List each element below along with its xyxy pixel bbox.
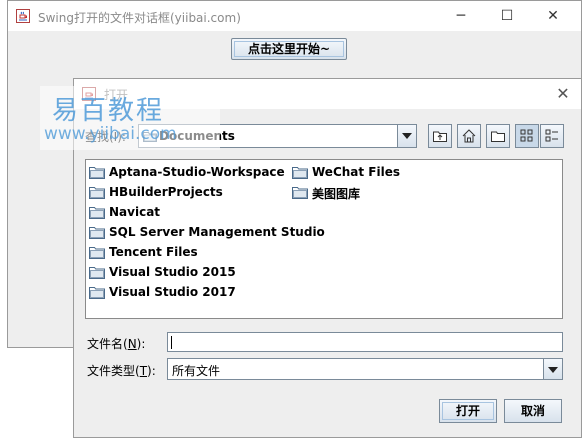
- start-button[interactable]: 点击这里开始~: [231, 38, 347, 60]
- folder-icon: [292, 166, 308, 182]
- java-cup-icon: [82, 87, 96, 101]
- home-icon: [462, 129, 476, 143]
- file-name: 美图图库: [312, 187, 361, 201]
- window-title: Swing打开的文件对话框(yiibai.com): [38, 11, 241, 25]
- up-one-level-button[interactable]: [428, 124, 452, 148]
- file-type-value: 所有文件: [172, 364, 221, 378]
- open-button[interactable]: 打开: [439, 399, 497, 423]
- file-name: WeChat Files: [312, 165, 401, 179]
- dialog-close-icon[interactable]: ✕: [551, 82, 575, 106]
- folder-icon: [89, 286, 105, 302]
- file-name-input[interactable]: [168, 333, 562, 351]
- folder-icon: [292, 186, 308, 202]
- maximize-icon[interactable]: ☐: [484, 1, 530, 31]
- folder-icon: [89, 246, 105, 262]
- folder-icon: [89, 206, 105, 222]
- up-one-level-icon: [433, 131, 447, 142]
- close-icon[interactable]: ✕: [530, 1, 576, 31]
- file-name: Visual Studio 2017: [109, 285, 236, 299]
- java-cup-icon: [16, 9, 30, 23]
- list-view-button[interactable]: [515, 124, 539, 148]
- cancel-button[interactable]: 取消: [504, 399, 562, 423]
- file-name: Aptana-Studio-Workspace: [109, 165, 285, 179]
- details-view-icon: [545, 129, 558, 142]
- look-in-value: Documents: [159, 129, 235, 143]
- home-button[interactable]: [457, 124, 481, 148]
- file-name: Tencent Files: [109, 245, 198, 259]
- file-type-combo[interactable]: 所有文件: [167, 358, 563, 380]
- look-in-label: 查找(I):: [85, 130, 126, 144]
- chevron-down-icon[interactable]: [397, 125, 416, 147]
- folder-icon: [89, 266, 105, 282]
- folder-icon: [89, 226, 105, 242]
- folder-icon: [89, 166, 105, 182]
- file-name: Visual Studio 2015: [109, 265, 236, 279]
- file-type-label: 文件类型(T):: [87, 364, 156, 378]
- file-name: SQL Server Management Studio: [109, 225, 325, 239]
- text-caret: [171, 336, 172, 349]
- file-name-field[interactable]: [167, 332, 563, 352]
- look-in-combo[interactable]: Documents: [138, 124, 417, 148]
- chevron-down-icon[interactable]: [543, 359, 562, 379]
- minimize-icon[interactable]: ─: [438, 1, 484, 31]
- dialog-title-bar[interactable]: 打开 ✕: [74, 79, 581, 109]
- new-folder-button[interactable]: [486, 124, 510, 148]
- file-name: HBuilderProjects: [109, 185, 223, 199]
- folder-icon: [143, 131, 157, 145]
- folder-icon: [89, 186, 105, 202]
- open-file-dialog: 打开 ✕ 查找(I): Documents Aptana-Studio-Work…: [73, 78, 582, 438]
- dialog-title: 打开: [104, 88, 129, 102]
- list-view-icon: [520, 129, 533, 142]
- file-list[interactable]: Aptana-Studio-Workspace HBuilderProjects N…: [85, 159, 563, 319]
- file-name: Navicat: [109, 205, 161, 219]
- main-title-bar[interactable]: Swing打开的文件对话框(yiibai.com) ─ ☐ ✕: [8, 1, 581, 31]
- file-name-label: 文件名(N):: [87, 337, 146, 351]
- new-folder-icon: [491, 131, 505, 142]
- details-view-button[interactable]: [540, 124, 564, 148]
